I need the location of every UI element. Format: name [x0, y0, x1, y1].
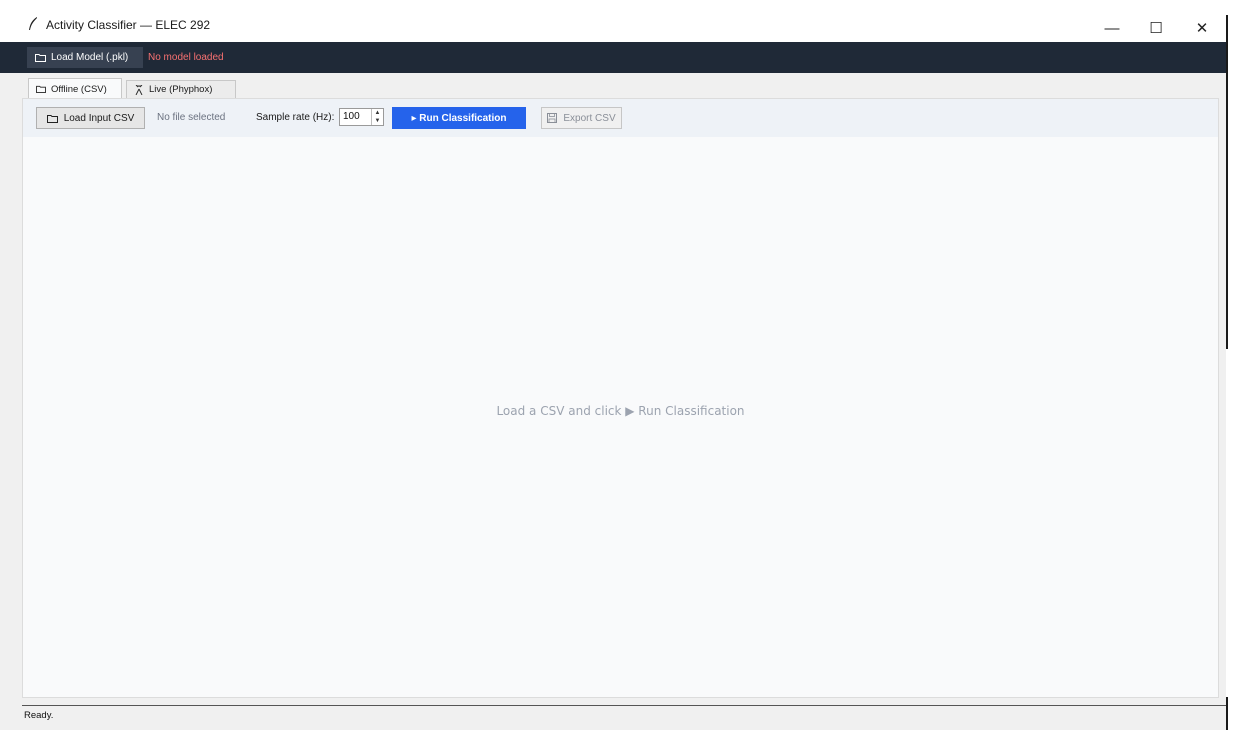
maximize-icon: ☐ — [1149, 20, 1163, 37]
save-icon — [547, 113, 558, 123]
close-icon: ✕ — [1195, 20, 1209, 37]
load-model-button[interactable]: Load Model (.pkl) — [27, 47, 143, 68]
model-status-label: No model loaded — [148, 52, 224, 63]
status-bar: Ready. — [22, 705, 1226, 730]
folder-icon — [46, 114, 58, 123]
offline-panel: Load Input CSV No file selected Sample r… — [22, 98, 1219, 698]
minimize-button[interactable]: — — [1090, 14, 1134, 42]
model-toolbar: Load Model (.pkl) No model loaded — [0, 42, 1226, 73]
close-button[interactable]: ✕ — [1180, 14, 1224, 42]
export-csv-label: Export CSV — [563, 112, 616, 124]
title-bar: Activity Classifier — ELEC 292 — ☐ ✕ — [0, 0, 1226, 42]
spin-up-icon[interactable]: ▲ — [372, 109, 383, 117]
file-status-label: No file selected — [157, 112, 226, 123]
run-classification-button[interactable]: ▸ Run Classification — [392, 107, 526, 129]
load-model-label: Load Model (.pkl) — [51, 52, 129, 63]
maximize-button[interactable]: ☐ — [1134, 14, 1178, 42]
spin-down-icon[interactable]: ▼ — [372, 117, 383, 125]
load-input-csv-button[interactable]: Load Input CSV — [36, 107, 145, 129]
export-csv-button[interactable]: Export CSV — [541, 107, 622, 129]
folder-icon — [35, 54, 46, 62]
app-window: Activity Classifier — ELEC 292 — ☐ ✕ Loa… — [0, 0, 1226, 730]
sample-rate-spinbox[interactable]: 100 ▲ ▼ — [339, 108, 384, 126]
window-title: Activity Classifier — ELEC 292 — [46, 18, 211, 32]
controls-row: Load Input CSV No file selected Sample r… — [23, 99, 1218, 137]
window-edge — [1226, 15, 1228, 349]
desktop-background — [1226, 0, 1254, 730]
tab-live-phyphox[interactable]: Live (Phyphox) — [126, 80, 236, 98]
tab-offline-csv[interactable]: Offline (CSV) — [28, 78, 122, 99]
sample-rate-label: Sample rate (Hz): — [256, 112, 335, 123]
load-input-csv-label: Load Input CSV — [63, 112, 135, 124]
window-edge — [1226, 697, 1228, 730]
folder-icon — [36, 85, 46, 93]
empty-state-message: Load a CSV and click ▶ Run Classificatio… — [496, 404, 745, 418]
minimize-icon: — — [1104, 19, 1120, 37]
sample-rate-value: 100 — [343, 111, 360, 122]
antenna-icon — [135, 84, 143, 95]
tab-label: Live (Phyphox) — [149, 84, 213, 95]
spin-arrows[interactable]: ▲ ▼ — [371, 109, 383, 125]
status-text: Ready. — [24, 710, 54, 721]
tab-label: Offline (CSV) — [51, 83, 107, 95]
feather-icon — [29, 17, 37, 30]
run-classification-label: ▸ Run Classification — [411, 112, 507, 124]
